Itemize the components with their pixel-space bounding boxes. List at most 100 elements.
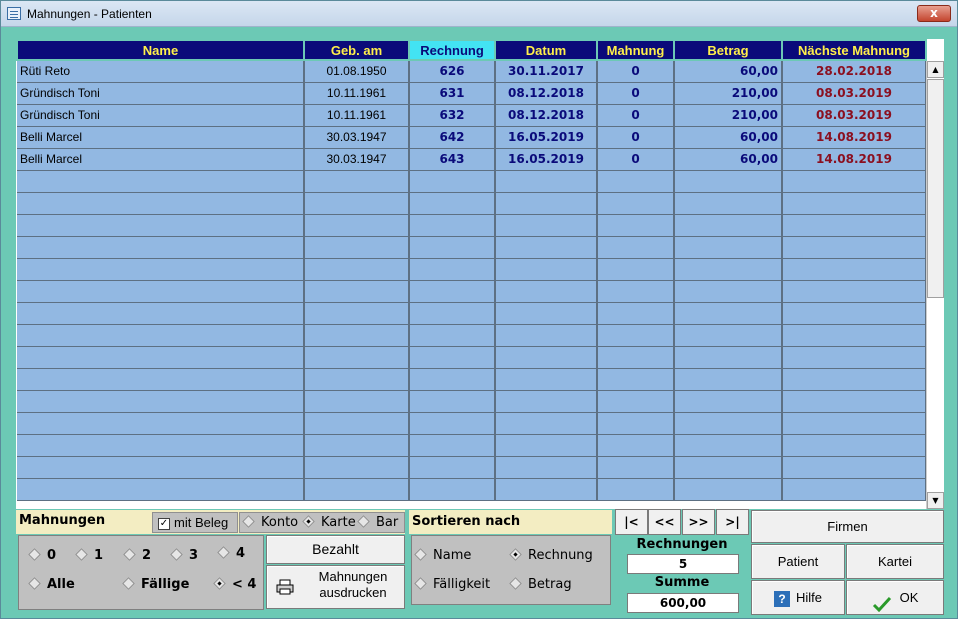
ok-button[interactable]: OK (846, 580, 944, 615)
radio-level-0[interactable]: 0 (28, 548, 56, 563)
table-cell[interactable] (409, 258, 496, 281)
table-cell[interactable] (597, 214, 675, 237)
table-cell[interactable]: 28.02.2018 (782, 60, 927, 83)
radio-level-1[interactable]: 1 (75, 548, 103, 563)
table-cell[interactable] (17, 368, 305, 391)
table-cell[interactable] (17, 258, 305, 281)
empty-table-row[interactable] (17, 412, 927, 435)
table-cell[interactable]: 632 (409, 104, 496, 127)
table-cell[interactable]: 643 (409, 148, 496, 171)
table-cell[interactable] (495, 478, 598, 501)
sort-by-betrag[interactable]: Betrag (509, 577, 572, 592)
table-cell[interactable]: Belli Marcel (17, 126, 305, 149)
table-cell[interactable] (495, 412, 598, 435)
table-cell[interactable]: 08.12.2018 (495, 104, 598, 127)
table-cell[interactable] (304, 390, 410, 413)
table-cell[interactable] (597, 170, 675, 193)
table-cell[interactable]: 631 (409, 82, 496, 105)
table-cell[interactable] (597, 456, 675, 479)
table-cell[interactable]: 30.11.2017 (495, 60, 598, 83)
table-cell[interactable] (304, 192, 410, 215)
table-cell[interactable] (674, 478, 783, 501)
table-cell[interactable] (495, 170, 598, 193)
table-cell[interactable] (304, 456, 410, 479)
table-cell[interactable] (674, 170, 783, 193)
patient-button[interactable]: Patient (751, 544, 845, 579)
column-header[interactable]: Betrag (673, 39, 783, 61)
table-cell[interactable]: 0 (597, 82, 675, 105)
next-record-button[interactable]: >> (682, 509, 715, 535)
table-cell[interactable] (597, 434, 675, 457)
table-row[interactable]: Gründisch Toni 10.11.1961 632 08.12.2018 0 21… (17, 104, 927, 127)
empty-table-row[interactable] (17, 456, 927, 479)
empty-table-row[interactable] (17, 324, 927, 347)
table-cell[interactable] (495, 302, 598, 325)
scroll-up-icon[interactable]: ▲ (927, 61, 944, 78)
table-cell[interactable] (674, 412, 783, 435)
column-header[interactable]: Rechnung (408, 39, 496, 61)
table-cell[interactable] (674, 214, 783, 237)
column-header[interactable]: Name (16, 39, 305, 61)
table-cell[interactable] (597, 390, 675, 413)
table-cell[interactable] (409, 324, 496, 347)
empty-table-row[interactable] (17, 434, 927, 457)
table-cell[interactable]: 0 (597, 60, 675, 83)
table-cell[interactable] (17, 390, 305, 413)
table-cell[interactable] (495, 258, 598, 281)
table-cell[interactable] (17, 478, 305, 501)
table-cell[interactable]: Gründisch Toni (17, 82, 305, 105)
radio-karte[interactable]: Karte (302, 515, 356, 530)
table-cell[interactable] (409, 346, 496, 369)
radio-level-4[interactable]: 4 (217, 546, 245, 561)
table-cell[interactable] (409, 456, 496, 479)
radio-level-2[interactable]: 2 (123, 548, 151, 563)
table-cell[interactable] (782, 368, 927, 391)
empty-table-row[interactable] (17, 302, 927, 325)
previous-record-button[interactable]: << (648, 509, 681, 535)
table-cell[interactable] (495, 368, 598, 391)
scroll-down-icon[interactable]: ▼ (927, 492, 944, 509)
table-cell[interactable] (782, 412, 927, 435)
table-cell[interactable]: 16.05.2019 (495, 126, 598, 149)
sort-by-rechnung[interactable]: Rechnung (509, 548, 593, 563)
table-cell[interactable] (597, 236, 675, 259)
table-cell[interactable] (495, 192, 598, 215)
table-cell[interactable]: 0 (597, 148, 675, 171)
table-cell[interactable] (304, 478, 410, 501)
table-cell[interactable] (304, 324, 410, 347)
table-cell[interactable] (409, 412, 496, 435)
table-cell[interactable] (17, 192, 305, 215)
table-cell[interactable]: 16.05.2019 (495, 148, 598, 171)
table-cell[interactable] (495, 214, 598, 237)
empty-table-row[interactable] (17, 258, 927, 281)
table-cell[interactable]: 14.08.2019 (782, 126, 927, 149)
radio-alle[interactable]: Alle (28, 577, 75, 592)
table-cell[interactable]: 60,00 (674, 60, 783, 83)
table-cell[interactable] (409, 214, 496, 237)
table-cell[interactable] (674, 346, 783, 369)
table-cell[interactable] (782, 324, 927, 347)
table-cell[interactable] (409, 236, 496, 259)
table-cell[interactable] (495, 456, 598, 479)
empty-table-row[interactable] (17, 280, 927, 303)
table-row[interactable]: Belli Marcel 30.03.1947 643 16.05.2019 0 60,0… (17, 148, 927, 171)
bezahlt-button[interactable]: Bezahlt (266, 535, 405, 564)
table-cell[interactable] (17, 456, 305, 479)
table-cell[interactable] (597, 280, 675, 303)
table-cell[interactable] (597, 368, 675, 391)
table-cell[interactable]: 0 (597, 126, 675, 149)
print-reminders-button[interactable]: Mahnungen ausdrucken (266, 565, 405, 609)
table-cell[interactable]: 08.12.2018 (495, 82, 598, 105)
empty-table-row[interactable] (17, 214, 927, 237)
table-cell[interactable] (17, 280, 305, 303)
column-header[interactable]: Nächste Mahnung (781, 39, 927, 61)
table-cell[interactable] (782, 478, 927, 501)
table-cell[interactable] (304, 412, 410, 435)
table-cell[interactable] (495, 390, 598, 413)
table-cell[interactable] (17, 170, 305, 193)
table-cell[interactable] (17, 324, 305, 347)
vertical-scrollbar[interactable]: ▲ ▼ (926, 61, 944, 509)
table-cell[interactable] (597, 192, 675, 215)
table-cell[interactable] (782, 192, 927, 215)
hilfe-button[interactable]: ? Hilfe (751, 580, 845, 615)
